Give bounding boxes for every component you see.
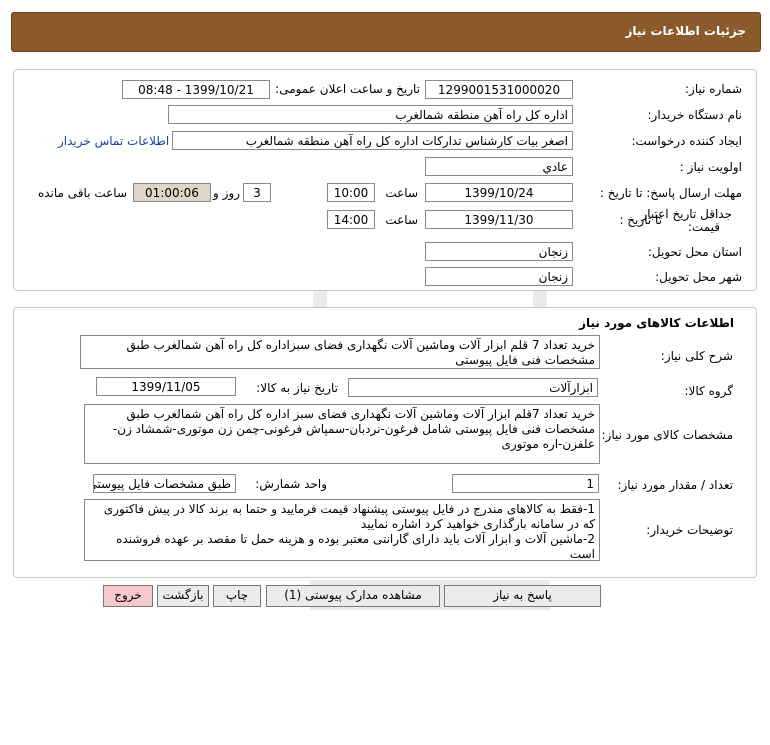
spec-label: مشخصات کالای مورد نیاز:: [601, 428, 733, 442]
creator-label: ایجاد کننده درخواست:: [631, 134, 742, 148]
desc-field: خرید تعداد 7 قلم ابزار آلات وماشین آلات …: [80, 335, 600, 369]
qty-label: تعداد / مقدار مورد نیاز:: [617, 478, 733, 492]
priority-field: عادي: [425, 157, 573, 176]
group-label: گروه کالا:: [684, 384, 734, 398]
need-number-field: 1299001531000020: [425, 80, 573, 99]
deadline-label: مهلت ارسال پاسخ: تا تاریخ :: [599, 186, 742, 200]
notes-field: 1-فقط به کالاهای مندرج در فایل پیوستی پی…: [84, 499, 600, 561]
remaining-time-field: 01:00:06: [133, 183, 211, 202]
announce-field: 1399/10/21 - 08:48: [122, 80, 270, 99]
validity-label-line2: قیمت:: [687, 220, 720, 234]
qty-field: 1: [452, 474, 599, 493]
remaining-label: ساعت باقی مانده: [37, 186, 127, 200]
days-label: روز و: [213, 186, 240, 200]
city-label: شهر محل تحویل:: [655, 270, 742, 284]
need-date-field: 1399/11/05: [96, 377, 236, 396]
days-field: 3: [243, 183, 271, 202]
page-header: جزئیات اطلاعات نیاز: [11, 12, 761, 52]
goods-section-title: اطلاعات کالاهای مورد نیاز: [579, 316, 734, 330]
print-button[interactable]: چاپ: [213, 585, 261, 607]
need-date-label: تاریخ نیاز به کالا:: [256, 381, 338, 395]
validity-time-field: 14:00: [327, 210, 375, 229]
province-field: زنجان: [425, 242, 573, 261]
group-field: ابزارآلات: [348, 378, 598, 397]
creator-field: اصغر بیات کارشناس تدارکات اداره کل راه آ…: [172, 131, 573, 150]
validity-date-field: 1399/11/30: [425, 210, 573, 229]
deadline-time-field: 10:00: [327, 183, 375, 202]
priority-label: اولویت نیاز :: [679, 160, 742, 174]
announce-label: تاریخ و ساعت اعلان عمومی:: [275, 82, 420, 96]
page-title: جزئیات اطلاعات نیاز: [625, 24, 746, 38]
spec-field: خرید تعداد 7قلم ابزار آلات وماشین آلات ن…: [84, 404, 600, 464]
buyer-contact-link[interactable]: اطلاعات تماس خریدار: [58, 134, 169, 148]
validity-time-label: ساعت: [385, 213, 418, 227]
reply-button[interactable]: پاسخ به نیاز: [444, 585, 601, 607]
notes-label: توضیحات خریدار:: [646, 523, 733, 537]
back-button[interactable]: بازگشت: [157, 585, 209, 607]
need-number-label: شماره نیاز:: [685, 82, 742, 96]
city-field: زنجان: [425, 267, 573, 286]
province-label: استان محل تحویل:: [647, 245, 742, 259]
exit-button[interactable]: خروج: [103, 585, 153, 607]
unit-label: واحد شمارش:: [255, 477, 327, 491]
buyer-label: نام دستگاه خریدار:: [647, 108, 743, 122]
view-attachments-button[interactable]: مشاهده مدارک پیوستی (1): [266, 585, 440, 607]
validity-to-label: تا تاریخ :: [619, 213, 662, 227]
deadline-date-field: 1399/10/24: [425, 183, 573, 202]
deadline-time-label: ساعت: [385, 186, 418, 200]
desc-label: شرح کلی نیاز:: [660, 349, 733, 363]
buyer-field: اداره کل راه آهن منطقه شمالغرب: [168, 105, 573, 124]
unit-field: طبق مشخصات فایل پیوستی: [93, 474, 236, 493]
need-info-panel: [13, 69, 757, 291]
